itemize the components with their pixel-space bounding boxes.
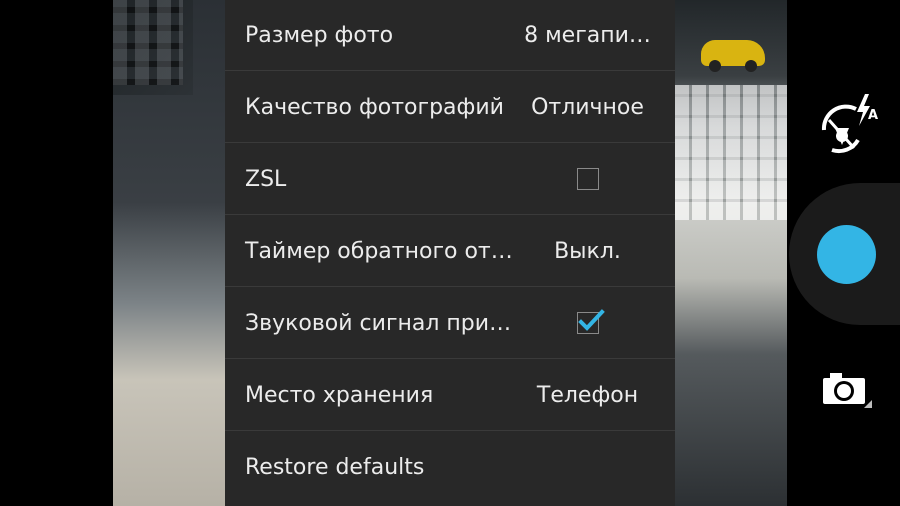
setting-beep-sound[interactable]: Звуковой сигнал при… xyxy=(225,288,675,359)
setting-countdown-timer[interactable]: Таймер обратного от… Выкл. xyxy=(225,216,675,287)
camera-settings-menu: Размер фото 8 мегапи… Качество фотографи… xyxy=(225,0,675,506)
setting-label: Таймер обратного от… xyxy=(245,239,513,264)
viewfinder-scene-right xyxy=(675,0,787,506)
setting-label: Звуковой сигнал при… xyxy=(245,311,512,336)
setting-value: Выкл. xyxy=(554,239,621,264)
setting-storage-location[interactable]: Место хранения Телефон xyxy=(225,360,675,431)
viewfinder-keyboard xyxy=(675,85,787,220)
zsl-checkbox[interactable] xyxy=(577,168,599,190)
flash-auto-icon[interactable]: A xyxy=(812,92,882,160)
viewfinder-phone-keys xyxy=(113,0,183,85)
setting-photo-quality[interactable]: Качество фотографий Отличное xyxy=(225,72,675,143)
viewfinder-toy-car xyxy=(701,40,765,72)
beep-checkbox[interactable] xyxy=(577,309,605,334)
setting-photo-size[interactable]: Размер фото 8 мегапи… xyxy=(225,0,675,71)
left-black-bar xyxy=(0,0,113,506)
setting-value: 8 мегапи… xyxy=(524,23,651,48)
setting-label: Место хранения xyxy=(245,383,434,408)
setting-value: Телефон xyxy=(536,383,639,408)
camera-icon[interactable] xyxy=(820,368,876,418)
flash-mode-letter: A xyxy=(868,108,878,123)
setting-label: Качество фотографий xyxy=(245,95,504,120)
restore-defaults-item[interactable]: Restore defaults xyxy=(225,432,675,503)
setting-label: Размер фото xyxy=(245,23,394,48)
setting-value: Отличное xyxy=(531,95,644,120)
setting-label: Restore defaults xyxy=(245,455,425,480)
shutter-button[interactable] xyxy=(817,225,876,284)
setting-zsl[interactable]: ZSL xyxy=(225,144,675,215)
checkmark-icon xyxy=(578,309,605,331)
setting-label: ZSL xyxy=(245,167,287,192)
